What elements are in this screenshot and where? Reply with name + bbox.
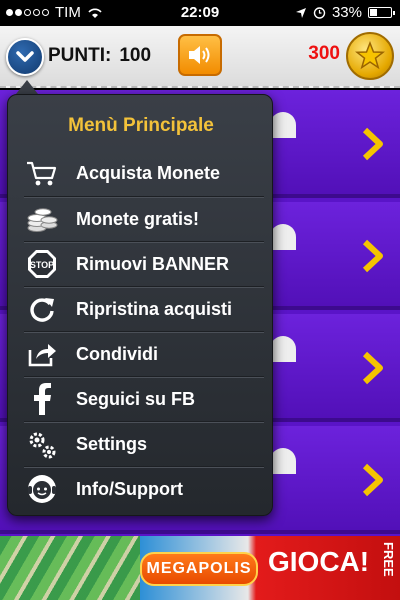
alarm-icon — [313, 7, 326, 19]
share-icon — [24, 336, 60, 372]
stop-sign-icon: STOP — [24, 246, 60, 282]
cart-icon — [24, 156, 60, 192]
menu-item-label: Settings — [76, 433, 148, 454]
gauge-icon — [270, 336, 296, 362]
svg-text:STOP: STOP — [30, 260, 54, 270]
menu-item-remove-banner[interactable]: STOP Rimuovi BANNER — [24, 241, 264, 286]
points-label: PUNTI: — [48, 45, 112, 66]
banner-cta[interactable]: GIOCA! — [268, 546, 369, 578]
main-menu-popover: Menù Principale Acquista Monete Monete g… — [7, 94, 273, 516]
sound-toggle-button[interactable] — [178, 34, 222, 76]
chevron-right-icon — [362, 351, 383, 385]
menu-item-label: Info/Support — [76, 478, 183, 499]
battery-icon — [368, 7, 395, 18]
menu-item-label: Rimuovi BANNER — [76, 253, 230, 274]
support-headset-icon — [24, 471, 60, 507]
points-value: 100 — [119, 45, 152, 66]
star-coin-icon[interactable] — [346, 32, 394, 80]
menu-item-settings[interactable]: Settings — [24, 421, 264, 466]
coins-balance: 300 — [308, 43, 340, 64]
menu-title: Menù Principale — [68, 115, 214, 136]
banner-free-tag: FREE — [381, 542, 396, 577]
menu-item-info-support[interactable]: Info/Support — [24, 466, 264, 511]
menu-item-label: Acquista Monete — [76, 163, 221, 183]
status-bar: TIM 22:09 33% — [0, 0, 400, 26]
coins-stack-icon — [24, 201, 60, 237]
status-right: 33% — [295, 4, 395, 21]
menu-pointer — [16, 80, 38, 94]
menu-toggle-button[interactable] — [6, 38, 44, 76]
menu-list: Acquista Monete Monete gratis! STOP Rimu… — [24, 151, 264, 511]
menu-item-restore-purchases[interactable]: Ripristina acquisti — [24, 286, 264, 331]
banner-city-image — [0, 536, 140, 600]
refresh-icon — [24, 291, 60, 327]
chevron-right-icon — [362, 463, 383, 497]
menu-item-label: Seguici su FB — [76, 388, 196, 409]
speaker-icon — [189, 46, 210, 64]
menu-item-free-coins[interactable]: Monete gratis! — [24, 196, 264, 241]
chevron-down-icon — [16, 51, 34, 62]
battery-percent: 33% — [331, 4, 362, 21]
ad-banner[interactable]: MEGAPOLIS GIOCA! FREE — [0, 536, 400, 600]
top-bar: PUNTI: 100 300 — [0, 26, 400, 88]
chevron-right-icon — [362, 239, 383, 273]
chevron-right-icon — [362, 127, 383, 161]
location-arrow-icon — [295, 7, 306, 18]
gears-icon — [24, 426, 60, 462]
menu-item-buy-coins[interactable]: Acquista Monete — [24, 151, 264, 196]
menu-item-share[interactable]: Condividi — [24, 331, 264, 376]
gauge-icon — [270, 448, 296, 474]
menu-item-label: Monete gratis! — [76, 208, 200, 229]
facebook-icon — [24, 381, 60, 417]
banner-logo: MEGAPOLIS — [140, 552, 258, 586]
menu-item-label: Condividi — [76, 343, 158, 364]
menu-item-label: Ripristina acquisti — [76, 298, 233, 319]
points-display: PUNTI: 100 — [48, 45, 151, 67]
gauge-icon — [270, 224, 296, 250]
menu-item-follow-facebook[interactable]: Seguici su FB — [24, 376, 264, 421]
